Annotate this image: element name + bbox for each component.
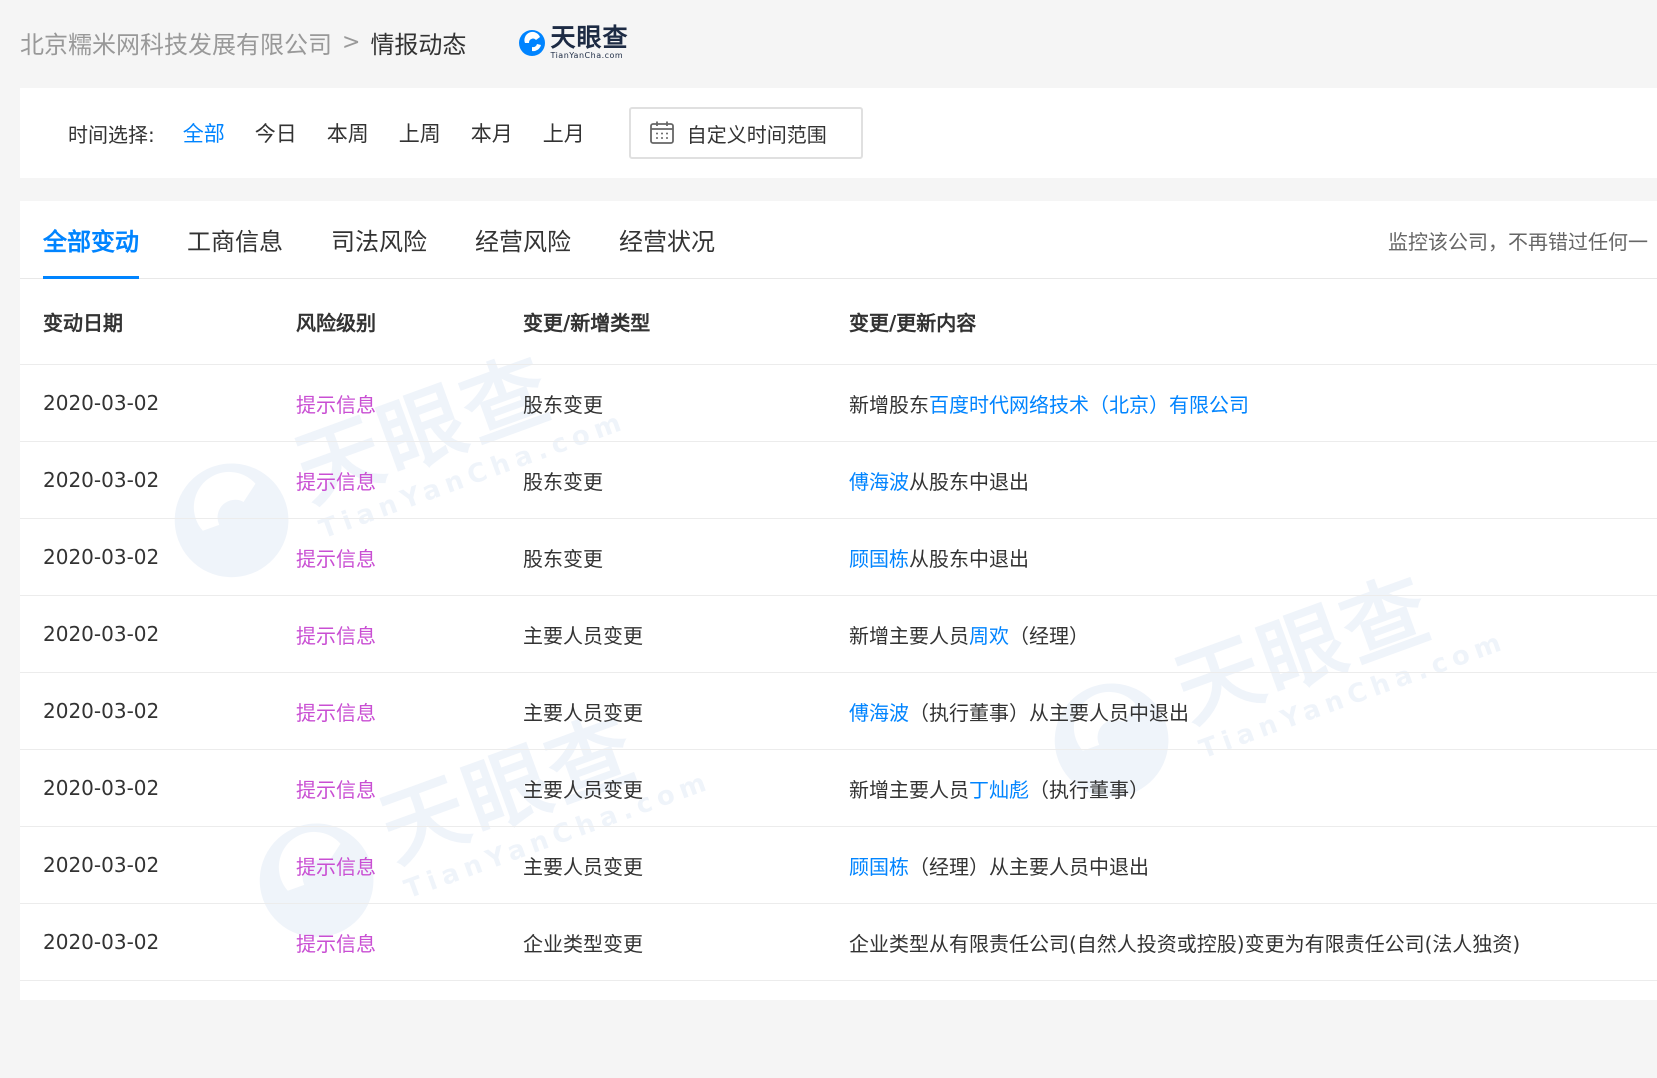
table-row: 2020-03-02 提示信息 股东变更 傅海波从股东中退出 — [20, 442, 1657, 519]
content-text: （经理） — [1009, 623, 1089, 648]
entity-link[interactable]: 丁灿彪 — [969, 778, 1029, 802]
content-text: （经理）从主要人员中退出 — [909, 854, 1149, 879]
change-type: 主要人员变更 — [523, 623, 643, 648]
risk-level-badge: 提示信息 — [296, 777, 376, 802]
change-type: 主要人员变更 — [523, 777, 643, 802]
change-category-tabs: 全部变动 工商信息 司法风险 经营风险 经营状况 监控该公司，不再错过任何一 — [20, 201, 1657, 279]
table-header-row: 变动日期 风险级别 变更/新增类型 变更/更新内容 — [20, 279, 1657, 365]
entity-link[interactable]: 周欢 — [969, 624, 1009, 648]
risk-level-badge: 提示信息 — [296, 469, 376, 494]
calendar-icon — [649, 121, 674, 144]
change-type: 股东变更 — [523, 469, 603, 494]
table-row: 2020-03-02 提示信息 主要人员变更 新增主要人员周欢（经理） — [20, 596, 1657, 673]
brand-name: 天眼查 — [550, 22, 629, 52]
entity-link[interactable]: 傅海波 — [849, 701, 909, 725]
content-text: （执行董事）从主要人员中退出 — [909, 700, 1189, 725]
time-filter-last-month[interactable]: 上月 — [543, 118, 585, 148]
content-text: 新增主要人员 — [849, 623, 969, 648]
change-date: 2020-03-02 — [43, 776, 160, 800]
change-date: 2020-03-02 — [43, 699, 160, 723]
change-date: 2020-03-02 — [43, 391, 160, 415]
custom-time-range-label: 自定义时间范围 — [686, 122, 827, 147]
breadcrumb-separator: > — [342, 29, 361, 55]
change-type: 主要人员变更 — [523, 854, 643, 879]
change-content: 傅海波从股东中退出 — [849, 466, 1029, 495]
breadcrumb-company[interactable]: 北京糯米网科技发展有限公司 — [20, 25, 332, 60]
tab-judicial-risk[interactable]: 司法风险 — [331, 201, 427, 278]
risk-level-badge: 提示信息 — [296, 931, 376, 956]
change-content: 企业类型从有限责任公司(自然人投资或控股)变更为有限责任公司(法人独资) — [849, 928, 1520, 957]
change-date: 2020-03-02 — [43, 468, 160, 492]
entity-link[interactable]: 傅海波 — [849, 470, 909, 494]
content-text: 新增股东 — [849, 392, 929, 417]
risk-level-badge: 提示信息 — [296, 546, 376, 571]
time-filter-today[interactable]: 今日 — [255, 118, 297, 148]
table-row: 2020-03-02 提示信息 主要人员变更 傅海波（执行董事）从主要人员中退出 — [20, 673, 1657, 750]
time-filter-last-week[interactable]: 上周 — [399, 118, 441, 148]
change-content: 顾国栋从股东中退出 — [849, 543, 1029, 572]
monitor-company-link[interactable]: 监控该公司，不再错过任何一 — [1388, 201, 1648, 279]
time-filter-all[interactable]: 全部 — [183, 118, 225, 148]
tab-all-changes[interactable]: 全部变动 — [43, 201, 139, 279]
change-content: 顾国栋（经理）从主要人员中退出 — [849, 851, 1149, 880]
risk-level-badge: 提示信息 — [296, 700, 376, 725]
tab-operating-status[interactable]: 经营状况 — [619, 201, 715, 278]
entity-link[interactable]: 顾国栋 — [849, 855, 909, 879]
tianyancha-logo-icon — [519, 30, 546, 56]
header-change-content: 变更/更新内容 — [849, 311, 977, 335]
breadcrumb-current: 情报动态 — [370, 30, 467, 59]
change-type: 股东变更 — [523, 392, 603, 417]
risk-level-badge: 提示信息 — [296, 623, 376, 648]
header-change-type: 变更/新增类型 — [523, 311, 651, 335]
brand-text: 天眼查 TianYanCha.com — [550, 22, 629, 60]
table-row: 2020-03-02 提示信息 主要人员变更 新增主要人员丁灿彪（执行董事） — [20, 750, 1657, 827]
custom-time-range-button[interactable]: 自定义时间范围 — [628, 107, 863, 159]
breadcrumb-bar: 北京糯米网科技发展有限公司 > 情报动态 天眼查 TianYanCha.com — [0, 0, 1657, 84]
table-row: 2020-03-02 提示信息 企业类型变更 企业类型从有限责任公司(自然人投资或控股… — [20, 904, 1657, 981]
brand-subtitle: TianYanCha.com — [550, 50, 624, 60]
table-body: 2020-03-02 提示信息 股东变更 新增股东百度时代网络技术（北京）有限公司 20… — [20, 365, 1657, 981]
change-content: 新增主要人员周欢（经理） — [849, 620, 1089, 649]
entity-link[interactable]: 百度时代网络技术（北京）有限公司 — [929, 393, 1249, 417]
time-filter-card: 时间选择: 全部 今日 本周 上周 本月 上月 自定义时间范围 — [20, 88, 1657, 178]
change-type: 主要人员变更 — [523, 700, 643, 725]
brand-logo[interactable]: 天眼查 TianYanCha.com — [516, 22, 629, 60]
time-filter-this-month[interactable]: 本月 — [471, 118, 513, 148]
content-text: 从股东中退出 — [909, 469, 1029, 494]
changes-table: 天眼查 TianYanCha.com 天眼查 TianYanCha.com 天眼… — [20, 279, 1657, 981]
content-text: 从股东中退出 — [909, 546, 1029, 571]
content-text: 企业类型从有限责任公司(自然人投资或控股)变更为有限责任公司(法人独资) — [849, 931, 1521, 956]
content-text: 新增主要人员 — [849, 777, 969, 802]
time-filter-this-week[interactable]: 本周 — [327, 118, 369, 148]
time-filter-label: 时间选择: — [68, 122, 155, 147]
risk-level-badge: 提示信息 — [296, 392, 376, 417]
change-date: 2020-03-02 — [43, 622, 160, 646]
table-row: 2020-03-02 提示信息 股东变更 顾国栋从股东中退出 — [20, 519, 1657, 596]
risk-level-badge: 提示信息 — [296, 854, 376, 879]
change-date: 2020-03-02 — [43, 853, 160, 877]
header-risk-level: 风险级别 — [296, 311, 376, 335]
tab-operating-risk[interactable]: 经营风险 — [475, 201, 571, 278]
entity-link[interactable]: 顾国栋 — [849, 547, 909, 571]
table-row: 2020-03-02 提示信息 股东变更 新增股东百度时代网络技术（北京）有限公司 — [20, 365, 1657, 442]
tab-business-info[interactable]: 工商信息 — [187, 201, 283, 278]
change-content: 傅海波（执行董事）从主要人员中退出 — [849, 697, 1189, 726]
change-date: 2020-03-02 — [43, 930, 160, 954]
header-change-date: 变动日期 — [43, 311, 123, 335]
changes-card: 全部变动 工商信息 司法风险 经营风险 经营状况 监控该公司，不再错过任何一 天… — [20, 201, 1657, 1000]
change-content: 新增股东百度时代网络技术（北京）有限公司 — [849, 389, 1249, 418]
table-row: 2020-03-02 提示信息 主要人员变更 顾国栋（经理）从主要人员中退出 — [20, 827, 1657, 904]
change-content: 新增主要人员丁灿彪（执行董事） — [849, 774, 1149, 803]
change-date: 2020-03-02 — [43, 545, 160, 569]
change-type: 股东变更 — [523, 546, 603, 571]
change-type: 企业类型变更 — [523, 931, 643, 956]
content-text: （执行董事） — [1029, 777, 1149, 802]
